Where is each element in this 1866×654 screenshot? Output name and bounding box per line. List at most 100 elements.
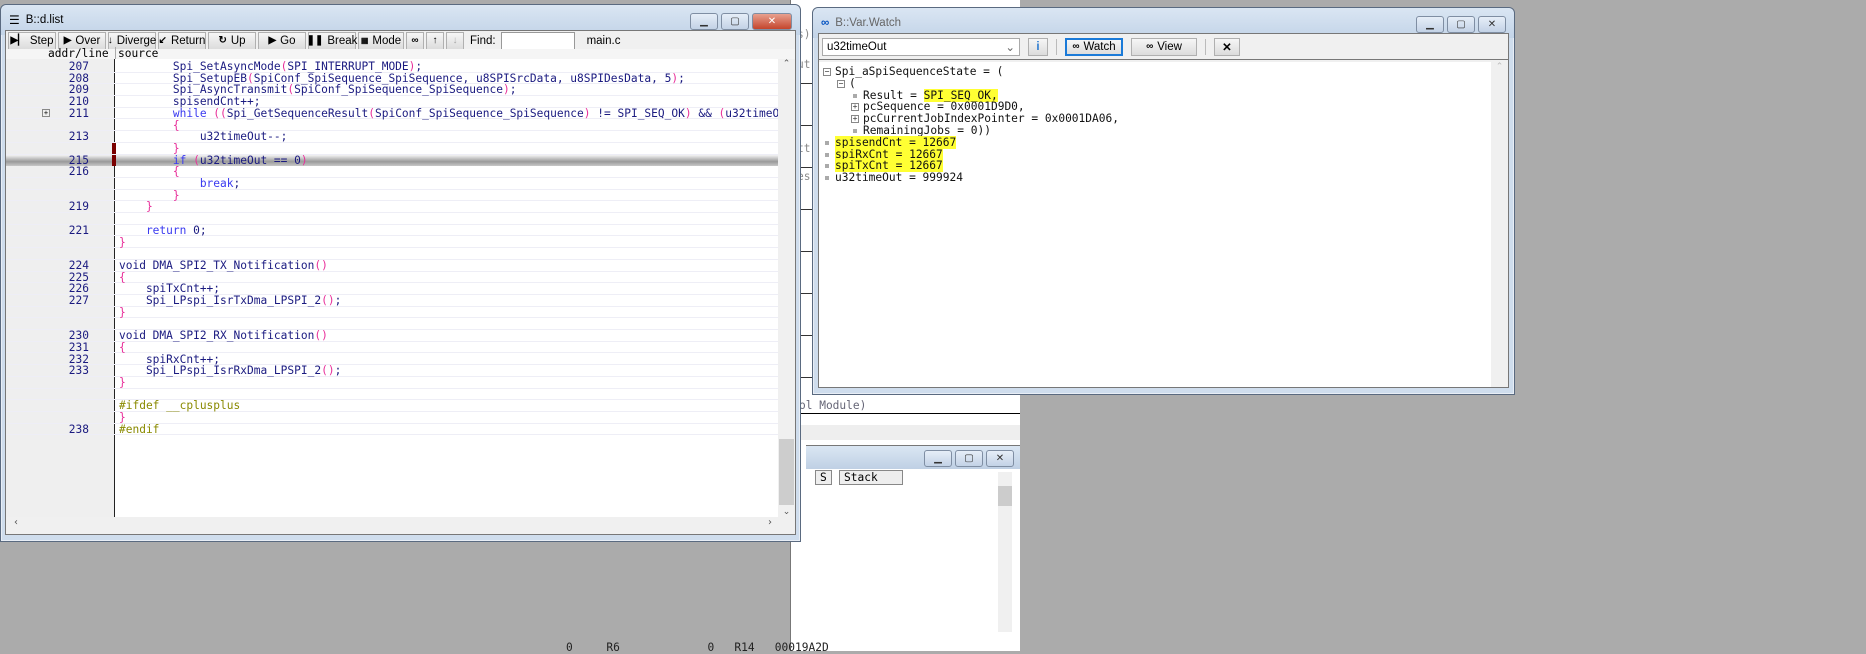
watch-text: Spi_aSpiSequenceState = (	[835, 65, 1004, 78]
stack-button[interactable]: Stack	[839, 470, 903, 485]
watch-glasses-button[interactable]: ∞	[406, 31, 424, 50]
close-button[interactable]: ✕	[752, 13, 792, 30]
code-token: )	[583, 106, 591, 120]
source-text: }	[119, 201, 153, 213]
source-text: #ifdef __cplusplus	[119, 400, 240, 412]
maximize-button[interactable]: ▢	[1447, 16, 1475, 33]
changed-value: spisendCnt = 12667	[835, 135, 957, 149]
over-label: Over	[75, 34, 101, 47]
watch-window: ∞ B::Var.Watch ▁ ▢ ✕ u32timeOut ⌄ i ∞ Watch …	[812, 7, 1515, 395]
watch-text: u32timeOut = 999924	[835, 171, 963, 185]
up-button[interactable]: ↻ Up	[208, 31, 256, 50]
vertical-scrollbar[interactable]: ⌃	[1491, 62, 1508, 387]
collapse-icon[interactable]: −	[837, 79, 845, 88]
source-text: Spi_LPspi_IsrRxDma_LPSPI_2();	[119, 365, 341, 377]
step-label: Step	[29, 34, 54, 47]
glasses-icon: ∞	[411, 35, 419, 46]
source-text: Spi_LPspi_IsrTxDma_LPSPI_2();	[119, 295, 341, 307]
leaf-bullet-icon	[853, 93, 857, 98]
watch-item[interactable]: u32timeOut = 999924	[823, 172, 1487, 184]
maximize-button[interactable]: ▢	[955, 450, 983, 467]
expand-icon[interactable]: +	[851, 115, 859, 124]
step-forward-button[interactable]: ↓	[446, 31, 464, 50]
go-button[interactable]: ▶ Go	[258, 31, 306, 50]
stack-s-button[interactable]: S	[815, 470, 832, 485]
info-button[interactable]: i	[1028, 37, 1048, 56]
expression-combo[interactable]: u32timeOut ⌄	[822, 37, 1020, 56]
watch-glasses-icon: ∞	[821, 17, 830, 29]
watch-item[interactable]: spisendCnt = 12667	[823, 135, 1487, 149]
minimize-button[interactable]: ▁	[924, 450, 952, 467]
source-text: void DMA_SPI2_TX_Notification()	[119, 260, 328, 272]
find-input[interactable]	[500, 31, 575, 50]
source-listing[interactable]: + 207 Spi_SetAsyncMode(SPI_INTERRUPT_MOD…	[6, 59, 778, 517]
line-number: 207	[68, 60, 89, 73]
up-icon: ↻	[218, 35, 227, 46]
register-strip: 0 R6 0 R14 00019A2D	[566, 641, 829, 654]
watch-button[interactable]: ∞ Watch	[1065, 37, 1123, 56]
code-token: ()	[321, 364, 335, 378]
watch-tree[interactable]: − Spi_aSpiSequenceState = (−(Result = SPI…	[819, 62, 1491, 387]
watch-item[interactable]: − Spi_aSpiSequenceState = (	[823, 66, 1487, 78]
source-text: #endif	[119, 423, 159, 436]
code-line[interactable]: }	[6, 306, 778, 319]
code-token: ;	[509, 83, 517, 97]
code-token: SpiConf_SpiSequence_SpiSequence	[294, 83, 503, 97]
code-token: SpiConf_SpiSequence_SpiSequence	[374, 106, 584, 120]
vertical-scrollbar[interactable]: ⌃ ⌄	[778, 59, 795, 517]
window-title: B::Var.Watch	[835, 17, 902, 29]
mode-label: Mode	[372, 34, 402, 47]
return-button[interactable]: ↙ Return	[158, 31, 206, 50]
close-button[interactable]: ✕	[986, 450, 1014, 467]
line-number: 238	[68, 422, 89, 436]
bg-window-titlebar: ▁ ▢ ✕	[806, 445, 1020, 469]
code-token: #ifdef __cplusplus	[119, 399, 241, 413]
step-back-button[interactable]: ↑	[426, 31, 444, 50]
source-text: return 0;	[119, 223, 207, 237]
code-token: return	[119, 223, 194, 237]
source-text: void DMA_SPI2_RX_Notification()	[119, 330, 328, 342]
breakpoint-marker[interactable]	[112, 154, 116, 166]
delete-button[interactable]: ✕	[1214, 37, 1240, 56]
step-over-icon: ▶	[63, 35, 72, 46]
code-line[interactable]: 219 }	[6, 201, 778, 214]
code-token: )	[684, 106, 692, 120]
code-token: ()	[321, 294, 335, 307]
go-label: Go	[280, 34, 296, 47]
code-line[interactable]: 238 #endif	[6, 422, 778, 436]
code-line[interactable]: }	[6, 377, 778, 389]
line-number: 216	[68, 165, 89, 179]
maximize-button[interactable]: ▢	[721, 13, 749, 30]
watch-text: (	[849, 76, 856, 90]
diverge-label: Diverge	[116, 34, 157, 47]
watch-item[interactable]: RemainingJobs = 0))	[823, 125, 1487, 137]
line-number: 221	[68, 223, 89, 237]
code-token: ;	[334, 364, 342, 378]
breakpoint-marker[interactable]	[112, 142, 116, 154]
code-token: }	[119, 375, 126, 389]
source-text: }	[119, 377, 126, 389]
minimize-button[interactable]: ▁	[1416, 16, 1444, 33]
list-window: ☰ B::d.list ▁ ▢ ✕ ▶▏ Step ▶ Over ↓ Diverge ↙ R…	[0, 4, 801, 542]
code-token: )	[502, 83, 510, 97]
expand-icon[interactable]: +	[851, 103, 859, 112]
chevron-down-icon: ⌄	[1005, 41, 1015, 54]
view-button[interactable]: ∞ View	[1131, 37, 1197, 56]
mode-button[interactable]: ▦ Mode	[358, 31, 404, 50]
line-number: 233	[68, 364, 89, 378]
bg-text: ol Module)	[799, 399, 867, 412]
return-label: Return	[170, 34, 206, 47]
glasses-plus-icon: ∞	[1072, 41, 1080, 52]
code-token: void DMA_SPI2_TX_Notification	[119, 258, 315, 272]
leaf-bullet-icon	[825, 164, 829, 169]
collapse-icon[interactable]: −	[823, 68, 831, 76]
minimize-button[interactable]: ▁	[690, 13, 718, 30]
code-line[interactable]: }	[6, 236, 778, 249]
code-token: Spi_LPspi_IsrTxDma_LPSPI_2	[119, 294, 322, 307]
leaf-bullet-icon	[825, 140, 829, 145]
diverge-icon: ↓	[107, 35, 113, 46]
break-button[interactable]: ❚❚ Break	[307, 31, 357, 50]
horizontal-scrollbar[interactable]: ‹ ›	[6, 517, 778, 534]
code-token: &&	[691, 106, 719, 120]
close-button[interactable]: ✕	[1478, 16, 1506, 33]
